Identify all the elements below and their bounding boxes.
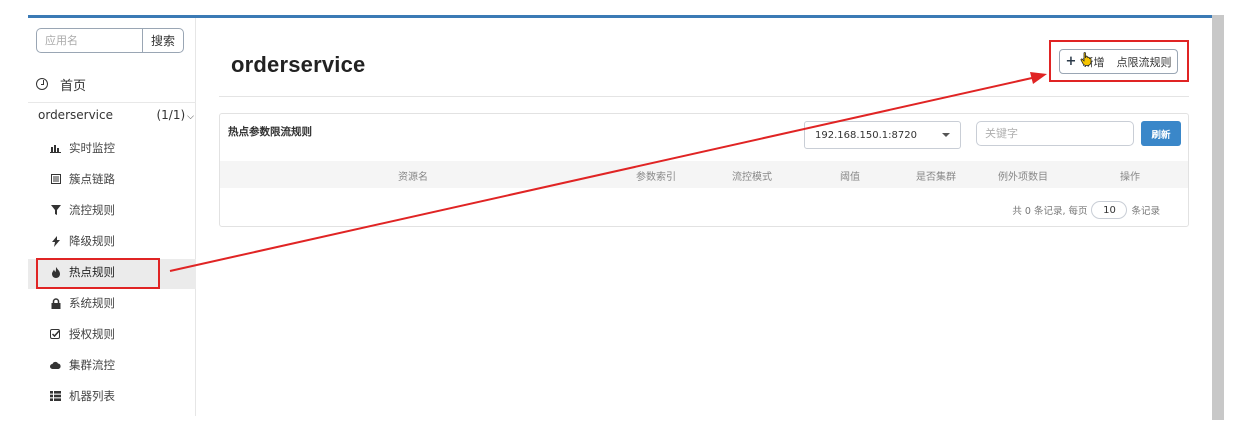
app-search: 搜索 [36, 28, 184, 53]
sidebar-item-degrade-rules[interactable]: 降级规则 [50, 231, 115, 251]
keyword-search-input[interactable] [976, 121, 1134, 146]
app-group-orderservice[interactable]: orderservice (1/1) ⌵ [38, 108, 194, 128]
column-header: 资源名 [398, 172, 428, 183]
pagination: 共 0 条记录, 每页 条记录 [1012, 201, 1160, 219]
sidebar-item-label: 簇点链路 [69, 172, 115, 186]
sidebar-item-label: 实时监控 [69, 141, 115, 155]
chevron-down-icon: ⌵ [187, 112, 194, 122]
sidebar-item-cluster-flow[interactable]: 集群流控 [50, 355, 115, 375]
panel-title: 热点参数限流规则 [228, 126, 312, 138]
divider [219, 96, 1189, 97]
sidebar-item-home[interactable]: 首页 [36, 72, 86, 96]
sidebar-item-label: 流控规则 [69, 203, 115, 217]
caret-down-icon [942, 133, 950, 137]
page-title: orderservice [231, 52, 366, 77]
hotspot-rules-panel: 热点参数限流规则 192.168.150.1:8720 刷新 资源名 参数索引 … [219, 113, 1189, 227]
refresh-button[interactable]: 刷新 [1141, 121, 1181, 146]
page-size-input[interactable] [1091, 201, 1128, 219]
cloud-icon [50, 360, 61, 371]
sidebar-item-flow-rules[interactable]: 流控规则 [50, 200, 115, 220]
sidebar-item-machine-list[interactable]: 机器列表 [50, 386, 115, 406]
sidebar-item-label: 降级规则 [69, 234, 115, 248]
app-name: orderservice [38, 108, 113, 122]
pager-prefix: 共 0 条记录, 每页 [1012, 206, 1088, 217]
app-instance-count: (1/1) [156, 108, 186, 122]
sidebar-item-label: 系统规则 [69, 296, 115, 310]
machine-select[interactable]: 192.168.150.1:8720 [804, 121, 961, 149]
sidebar: 搜索 首页 orderservice (1/1)⌵ 实时监控 簇点链路 流控规则… [28, 18, 196, 416]
annotation-box-sidebar [36, 258, 160, 289]
app-search-button[interactable]: 搜索 [142, 28, 184, 53]
sidebar-item-label: 首页 [60, 78, 87, 94]
th-list-icon [50, 391, 61, 402]
sidebar-item-auth-rules[interactable]: 授权规则 [50, 324, 115, 344]
column-header: 例外项数目 [998, 172, 1048, 183]
list-box-icon [50, 174, 61, 185]
column-header: 阈值 [840, 172, 860, 183]
column-header: 参数索引 [636, 172, 676, 183]
sidebar-item-label: 机器列表 [69, 389, 115, 403]
filter-icon [50, 205, 61, 216]
sidebar-item-label: 授权规则 [69, 327, 115, 341]
sidebar-item-cluster-links[interactable]: 簇点链路 [50, 169, 115, 189]
bar-chart-icon [50, 143, 61, 154]
divider [28, 102, 196, 103]
sidebar-item-label: 集群流控 [69, 358, 115, 372]
column-header: 操作 [1120, 172, 1140, 183]
sidebar-item-system-rules[interactable]: 系统规则 [50, 293, 115, 313]
check-square-icon [50, 329, 61, 340]
dashboard-icon [36, 78, 48, 90]
annotation-box-add-button [1049, 40, 1189, 82]
column-header: 流控模式 [732, 172, 772, 183]
app-search-input[interactable] [36, 28, 142, 53]
scrollbar[interactable] [1212, 15, 1224, 420]
app-count-wrap: (1/1) ⌵ [156, 108, 194, 128]
lock-icon [50, 297, 61, 309]
table-header: 资源名 参数索引 流控模式 阈值 是否集群 例外项数目 操作 [220, 161, 1188, 188]
sidebar-item-realtime-monitor[interactable]: 实时监控 [50, 138, 115, 158]
lightning-icon [50, 235, 61, 247]
column-header: 是否集群 [916, 172, 956, 183]
top-border [28, 15, 1212, 18]
pager-suffix: 条记录 [1131, 206, 1160, 217]
machine-select-value: 192.168.150.1:8720 [815, 129, 917, 141]
